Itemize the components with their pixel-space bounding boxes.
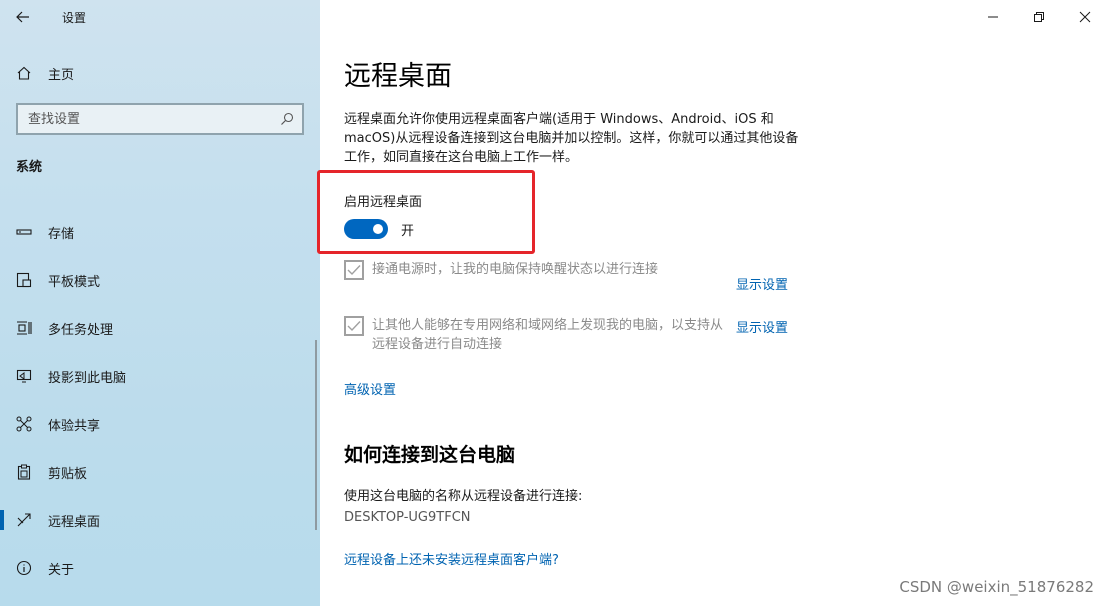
client-not-installed-link[interactable]: 远程设备上还未安装远程桌面客户端?	[344, 549, 559, 568]
back-arrow-icon	[16, 11, 29, 23]
sidebar-item-project[interactable]: 投影到此电脑	[0, 352, 320, 400]
sidebar-item-label: 多任务处理	[48, 322, 114, 338]
connect-heading: 如何连接到这台电脑	[344, 444, 516, 466]
remote-desktop-icon	[0, 512, 48, 528]
home-icon	[0, 65, 48, 81]
page-title: 远程桌面	[344, 61, 452, 92]
search-input[interactable]	[28, 111, 268, 127]
sidebar-item-label: 投影到此电脑	[48, 370, 127, 386]
discoverable-option: 让其他人能够在专用网络和域网络上发现我的电脑，以支持从远程设备进行自动连接	[344, 316, 730, 354]
sidebar-item-remote-desktop[interactable]: 远程桌面	[0, 496, 320, 544]
search-icon	[281, 112, 294, 125]
search-box[interactable]	[16, 103, 304, 135]
title-bar: 设置	[0, 0, 320, 34]
main-content: 远程桌面 远程桌面允许你使用远程桌面客户端(适用于 Windows、Androi…	[344, 0, 1084, 606]
watermark: CSDN @weixin_51876282	[899, 578, 1094, 596]
app-title: 设置	[62, 10, 87, 25]
checkmark-icon	[347, 321, 361, 332]
info-icon	[0, 560, 48, 576]
sidebar-scrollbar[interactable]	[315, 340, 317, 530]
nav-list: 存储 平板模式 多任务处理 投影到此电脑 体验共享 剪贴板 远程桌面 关于	[0, 208, 320, 592]
multitasking-icon	[0, 320, 48, 336]
project-icon	[0, 368, 48, 384]
section-title: 系统	[16, 160, 43, 175]
connect-text: 使用这台电脑的名称从远程设备进行连接:	[344, 489, 583, 504]
sidebar-item-label: 剪贴板	[48, 466, 88, 482]
sidebar-item-tablet-mode[interactable]: 平板模式	[0, 256, 320, 304]
sidebar-item-label: 存储	[48, 226, 75, 242]
shared-experiences-icon	[0, 416, 48, 432]
sidebar-item-home[interactable]: 主页	[0, 58, 320, 88]
sidebar-item-label: 远程桌面	[48, 514, 101, 530]
checkmark-icon	[347, 265, 361, 276]
advanced-settings-link[interactable]: 高级设置	[344, 379, 396, 398]
keep-awake-option: 接通电源时，让我的电脑保持唤醒状态以进行连接	[344, 260, 702, 280]
discoverable-text: 让其他人能够在专用网络和域网络上发现我的电脑，以支持从远程设备进行自动连接	[372, 318, 724, 352]
show-settings-link-2[interactable]: 显示设置	[736, 317, 788, 336]
pc-name: DESKTOP-UG9TFCN	[344, 510, 471, 525]
sidebar-item-clipboard[interactable]: 剪贴板	[0, 448, 320, 496]
annotation-highlight-box	[317, 170, 535, 254]
sidebar-item-shared-experiences[interactable]: 体验共享	[0, 400, 320, 448]
back-button[interactable]	[0, 0, 46, 34]
sidebar-item-label: 平板模式	[48, 274, 101, 290]
sidebar: 设置 主页 系统 存储 平板模式 多任务处理	[0, 0, 320, 606]
page-description: 远程桌面允许你使用远程桌面客户端(适用于 Windows、Android、iOS…	[344, 112, 799, 165]
show-settings-link-1[interactable]: 显示设置	[736, 274, 788, 293]
sidebar-item-label: 体验共享	[48, 418, 101, 434]
sidebar-item-label: 关于	[48, 562, 75, 578]
sidebar-item-about[interactable]: 关于	[0, 544, 320, 592]
discoverable-checkbox[interactable]	[344, 316, 364, 336]
keep-awake-checkbox[interactable]	[344, 260, 364, 280]
clipboard-icon	[0, 464, 48, 480]
storage-icon	[0, 224, 48, 240]
sidebar-item-multitasking[interactable]: 多任务处理	[0, 304, 320, 352]
tablet-mode-icon	[0, 272, 48, 288]
home-label: 主页	[48, 67, 75, 83]
sidebar-item-storage[interactable]: 存储	[0, 208, 320, 256]
keep-awake-text: 接通电源时，让我的电脑保持唤醒状态以进行连接	[372, 262, 659, 277]
